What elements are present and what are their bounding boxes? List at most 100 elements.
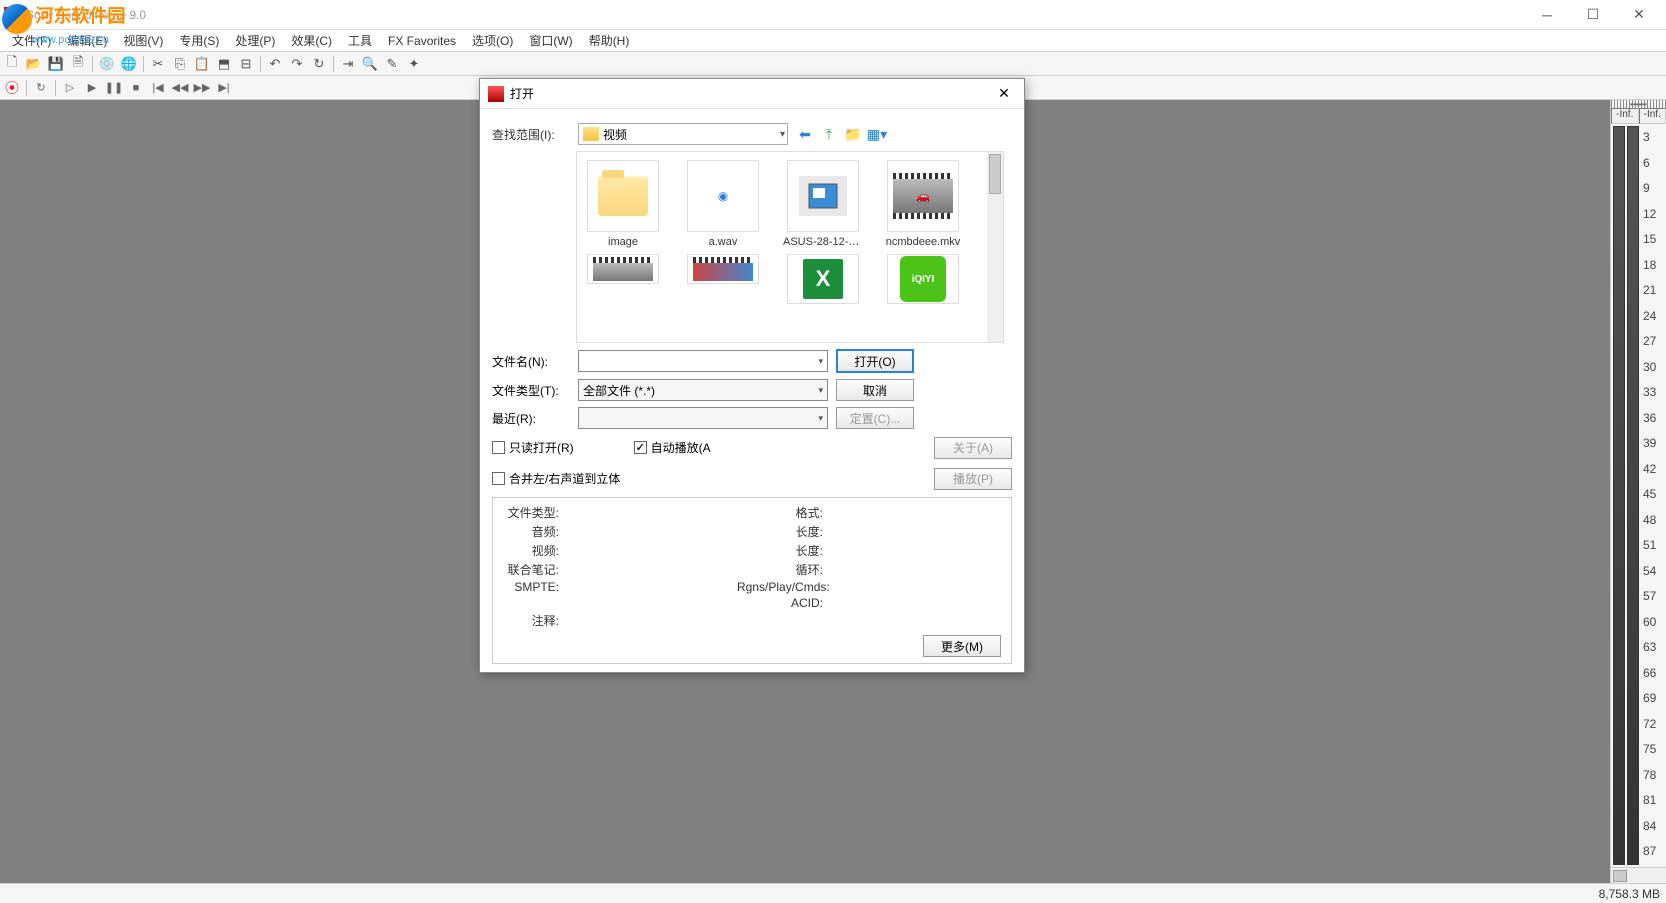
file-item-wav[interactable]: ◉ a.wav (685, 160, 761, 248)
excel-icon: X (803, 259, 843, 299)
menu-process[interactable]: 处理(P) (227, 30, 283, 51)
video-icon (593, 257, 653, 281)
menubar: 文件(F) 编辑(E) 视图(V) 专用(S) 处理(P) 效果(C) 工具 F… (0, 30, 1666, 52)
autoplay-checkbox[interactable] (634, 441, 647, 454)
meter-tick: 81 (1643, 793, 1656, 807)
menu-window[interactable]: 窗口(W) (521, 30, 580, 51)
meter-tick: 3 (1643, 130, 1650, 144)
filetype-label: 文件类型(T): (492, 382, 570, 399)
open-icon[interactable]: 📂 (24, 54, 44, 74)
record-icon[interactable]: ⦿ (2, 78, 22, 98)
file-item-folder[interactable]: image (585, 160, 661, 248)
web-icon[interactable]: 🌐 (119, 54, 139, 74)
dialog-close-button[interactable]: ✕ (992, 82, 1016, 106)
recent-combo[interactable]: ▾ (578, 407, 828, 429)
minimize-button[interactable]: ─ (1524, 0, 1570, 30)
meter-tick: 48 (1643, 513, 1656, 527)
repeat-icon[interactable]: ↻ (309, 54, 329, 74)
more-button[interactable]: 更多(M) (923, 635, 1001, 657)
file-item-video[interactable] (685, 254, 761, 304)
lookin-combo[interactable]: 视频 ▾ (578, 123, 788, 145)
video-icon: 🚗 (893, 173, 953, 219)
nav-back-icon[interactable]: ⬅ (796, 125, 814, 143)
file-item-wmv[interactable]: ASUS-28-12-2... (785, 160, 861, 248)
nav-view-icon[interactable]: ▦▾ (868, 125, 886, 143)
meter-tick: 30 (1643, 360, 1656, 374)
autoplay-label: 自动播放(A (651, 439, 711, 456)
filename-input[interactable]: ▾ (578, 350, 828, 372)
cd-icon[interactable]: 💿 (97, 54, 117, 74)
close-button[interactable]: ✕ (1616, 0, 1662, 30)
menu-tools[interactable]: 工具 (340, 30, 380, 51)
filetype-combo[interactable]: 全部文件 (*.*)▾ (578, 379, 828, 401)
file-scrollbar[interactable] (987, 152, 1003, 342)
meter-bar-left (1613, 126, 1625, 865)
tool-icon[interactable]: ✎ (382, 54, 402, 74)
meter-inf-left: -Inf. (1611, 108, 1639, 124)
pause-icon[interactable]: ❚❚ (104, 78, 124, 98)
file-item-mkv[interactable]: 🚗 ncmbdeee.mkv (885, 160, 961, 248)
meter-tick: 78 (1643, 768, 1656, 782)
save-icon[interactable]: 💾 (46, 54, 66, 74)
menu-help[interactable]: 帮助(H) (581, 30, 638, 51)
redo-icon[interactable]: ↷ (287, 54, 307, 74)
audio-icon: ◉ (718, 189, 728, 203)
menu-file[interactable]: 文件(F) (4, 30, 59, 51)
forward-icon[interactable]: ▶▶ (192, 78, 212, 98)
meter-tick: 72 (1643, 717, 1656, 731)
file-info-panel: 文件类型: 格式: 音频: 长度: 视频: 长度: 联合笔记: 循环: SMPT… (492, 497, 1012, 664)
maximize-button[interactable]: ☐ (1570, 0, 1616, 30)
open-button[interactable]: 打开(O) (836, 349, 914, 373)
meter-tick: 15 (1643, 232, 1656, 246)
marker-icon[interactable]: ⇥ (338, 54, 358, 74)
menu-effects[interactable]: 效果(C) (283, 30, 340, 51)
about-button[interactable]: 关于(A) (934, 437, 1012, 459)
meter-tick: 60 (1643, 615, 1656, 629)
fx-icon[interactable]: ✦ (404, 54, 424, 74)
merge-checkbox[interactable] (492, 472, 505, 485)
filename-label: 文件名(N): (492, 353, 570, 370)
file-item-iqiyi[interactable]: iQIYI (885, 254, 961, 304)
trim-icon[interactable]: ⊟ (236, 54, 256, 74)
play-icon[interactable]: ▷ (60, 78, 80, 98)
play-button[interactable]: 播放(P) (934, 468, 1012, 490)
goto-end-icon[interactable]: ▶| (214, 78, 234, 98)
menu-edit[interactable]: 编辑(E) (59, 30, 115, 51)
cut-icon[interactable]: ✂ (148, 54, 168, 74)
mix-icon[interactable]: ⬒ (214, 54, 234, 74)
meter-tick: 87 (1643, 844, 1656, 858)
window-title: Sony Sound Forge 9.0 (26, 8, 1524, 22)
nav-up-icon[interactable]: ⤒ (820, 125, 838, 143)
menu-special[interactable]: 专用(S) (171, 30, 227, 51)
menu-options[interactable]: 选项(O) (464, 30, 521, 51)
custom-button[interactable]: 定置(C)... (836, 407, 914, 429)
menu-fx-favorites[interactable]: FX Favorites (380, 32, 464, 50)
meter-tick: 66 (1643, 666, 1656, 680)
stop-icon[interactable]: ■ (126, 78, 146, 98)
meter-tick: 6 (1643, 156, 1650, 170)
goto-start-icon[interactable]: |◀ (148, 78, 168, 98)
new-icon[interactable]: 🗋 (2, 54, 22, 74)
readonly-checkbox[interactable] (492, 441, 505, 454)
play-all-icon[interactable]: ▶ (82, 78, 102, 98)
zoom-icon[interactable]: 🔍 (360, 54, 380, 74)
meter-hscroll[interactable] (1611, 867, 1666, 883)
meter-tick: 63 (1643, 640, 1656, 654)
menu-view[interactable]: 视图(V) (115, 30, 171, 51)
nav-newfolder-icon[interactable]: 📁 (844, 125, 862, 143)
meter-tick: 84 (1643, 819, 1656, 833)
file-item-video[interactable] (585, 254, 661, 304)
meter-tick: 12 (1643, 207, 1656, 221)
meter-tick: 75 (1643, 742, 1656, 756)
file-browser[interactable]: image ◉ a.wav ASUS-28-12-2... 🚗 ncmbdeee… (576, 151, 1004, 343)
main-toolbar: 🗋 📂 💾 🗎 💿 🌐 ✂ ⎘ 📋 ⬒ ⊟ ↶ ↷ ↻ ⇥ 🔍 ✎ ✦ (0, 52, 1666, 76)
cancel-button[interactable]: 取消 (836, 379, 914, 401)
app-icon (4, 7, 20, 23)
undo-icon[interactable]: ↶ (265, 54, 285, 74)
loop-icon[interactable]: ↻ (31, 78, 51, 98)
saveas-icon[interactable]: 🗎 (68, 54, 88, 74)
copy-icon[interactable]: ⎘ (170, 54, 190, 74)
rewind-icon[interactable]: ◀◀ (170, 78, 190, 98)
paste-icon[interactable]: 📋 (192, 54, 212, 74)
file-item-xls[interactable]: X (785, 254, 861, 304)
